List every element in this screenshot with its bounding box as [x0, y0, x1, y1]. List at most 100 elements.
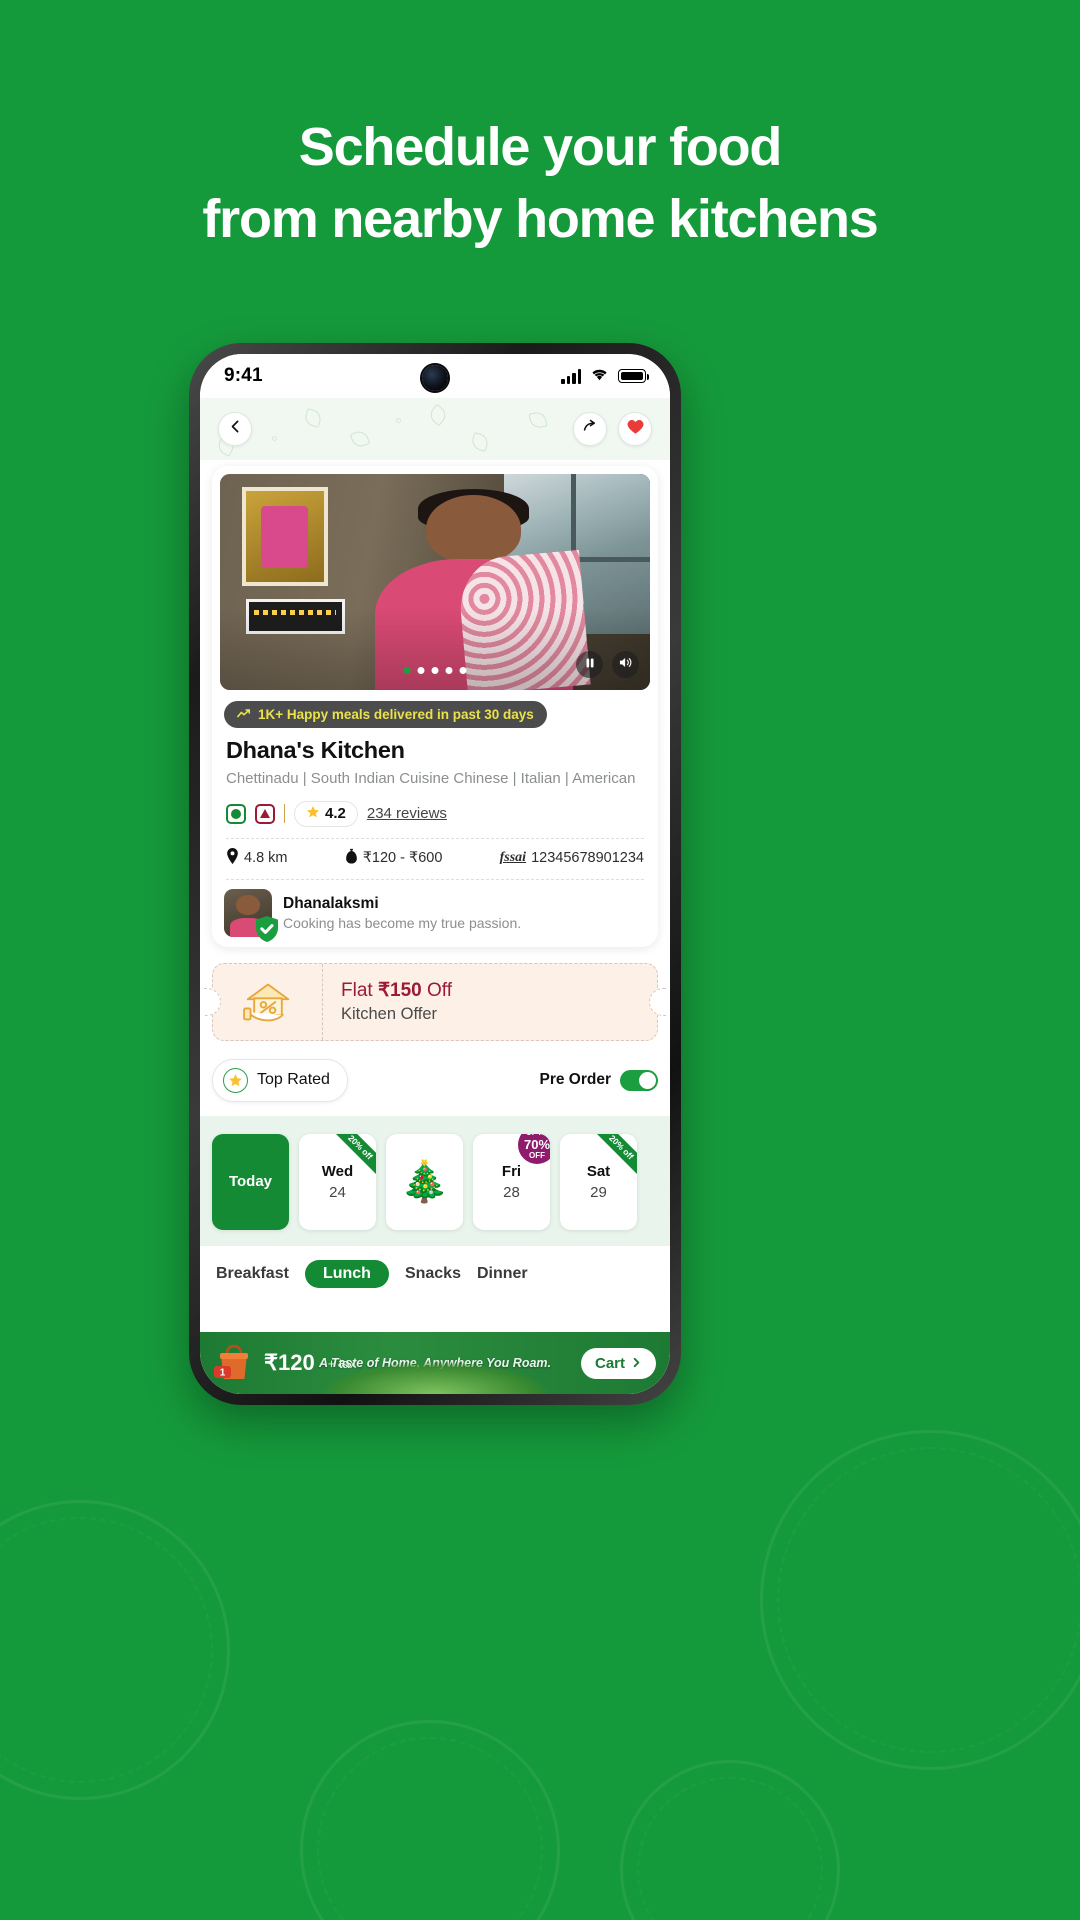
date-number: 28	[503, 1183, 520, 1201]
date-number: 29	[590, 1183, 607, 1201]
pause-button[interactable]	[576, 651, 603, 678]
christmas-tree-icon: 🎄	[399, 1159, 450, 1204]
date-carousel[interactable]: Today 20% off Wed 24 🎄 UPTO70%OFF Fri 28	[200, 1115, 670, 1246]
chevron-right-icon	[631, 1355, 642, 1372]
carousel-dots[interactable]	[403, 667, 467, 674]
share-icon	[582, 418, 599, 440]
chef-profile[interactable]: Dhanalaksmi Cooking has become my true p…	[224, 888, 646, 942]
date-day: Today	[228, 1173, 273, 1191]
top-rated-filter[interactable]: Top Rated	[212, 1058, 348, 1102]
speaker-icon	[618, 656, 633, 674]
verified-shield-icon	[255, 915, 279, 942]
nonveg-mark-icon	[255, 803, 275, 824]
date-card-christmas[interactable]: 🎄	[386, 1133, 463, 1230]
date-day: Fri	[501, 1162, 522, 1180]
leaf-decor-icon	[349, 428, 371, 450]
reviews-link[interactable]: 234 reviews	[367, 805, 447, 822]
date-card-sat[interactable]: 20% off Sat 29	[560, 1133, 637, 1230]
battery-full-icon	[618, 369, 649, 383]
cart-button-label: Cart	[594, 1354, 625, 1372]
star-icon	[306, 805, 320, 823]
kitchen-meta-row: 4.8 km ₹120 - ₹600 fssai 12345678901234	[226, 847, 644, 868]
distance-info: 4.8 km	[226, 847, 288, 868]
wifi-icon	[590, 367, 609, 386]
date-day: Wed	[321, 1162, 354, 1180]
kitchen-offer-coupon[interactable]: Flat ₹150 Off Kitchen Offer	[212, 962, 658, 1041]
distance-value: 4.8 km	[244, 849, 288, 866]
star-icon	[223, 1067, 248, 1093]
pre-order-label: Pre Order	[539, 1071, 611, 1089]
upto-discount-bubble: UPTO70%OFF	[518, 1133, 550, 1164]
kitchen-info-card: 1K+ Happy meals delivered in past 30 day…	[212, 466, 658, 947]
offer-subtitle: Kitchen Offer	[341, 1005, 437, 1024]
divider	[284, 804, 285, 824]
fssai-number: 12345678901234	[531, 849, 644, 866]
price-info: ₹120 - ₹600	[345, 848, 443, 868]
rating-badge: 4.2	[294, 800, 358, 827]
headline-line-1: Schedule your food	[298, 117, 783, 177]
tab-dinner[interactable]: Dinner	[477, 1265, 528, 1283]
divider	[226, 878, 644, 880]
phone-mockup: 9:41 1K+ Happy meals delivered in past 3…	[189, 343, 681, 1405]
rating-row: 4.2 234 reviews	[226, 800, 644, 827]
tab-snacks[interactable]: Snacks	[405, 1265, 461, 1283]
cart-button[interactable]: Cart	[580, 1347, 656, 1379]
offer-amount: ₹150	[377, 980, 422, 1002]
fssai-info: fssai 12345678901234	[500, 850, 644, 866]
rating-value: 4.2	[325, 805, 346, 823]
shopping-bag-icon: 1	[214, 1344, 254, 1382]
app-content[interactable]: 1K+ Happy meals delivered in past 30 day…	[200, 460, 670, 1394]
veg-mark-icon	[226, 803, 246, 824]
date-card-fri[interactable]: UPTO70%OFF Fri 28	[473, 1133, 550, 1230]
happy-meals-badge: 1K+ Happy meals delivered in past 30 day…	[224, 701, 547, 728]
happy-meals-text: 1K+ Happy meals delivered in past 30 day…	[258, 707, 534, 722]
front-camera-icon	[422, 365, 448, 391]
headline-line-2: from nearby home kitchens	[202, 188, 878, 249]
date-card-wed[interactable]: 20% off Wed 24	[299, 1133, 376, 1230]
leaf-decor-icon	[426, 403, 450, 427]
offer-title-prefix: Flat	[341, 980, 378, 1002]
trending-up-icon	[237, 707, 251, 722]
page-headline: Schedule your food from nearby home kitc…	[0, 112, 1080, 256]
pre-order-toggle-group[interactable]: Pre Order	[539, 1069, 658, 1091]
pause-icon	[584, 656, 596, 674]
divider	[226, 837, 644, 839]
tab-breakfast[interactable]: Breakfast	[216, 1265, 289, 1283]
location-pin-icon	[226, 847, 239, 868]
date-number: 24	[329, 1183, 346, 1201]
date-day: Sat	[586, 1162, 611, 1180]
kitchen-name: Dhana's Kitchen	[226, 737, 405, 763]
money-bag-icon	[345, 848, 358, 868]
chef-quote: Cooking has become my true passion.	[283, 914, 522, 931]
volume-button[interactable]	[612, 651, 639, 678]
chef-avatar	[224, 888, 278, 942]
back-button[interactable]	[218, 412, 252, 446]
leaf-decor-icon	[303, 408, 323, 428]
tab-lunch[interactable]: Lunch	[304, 1259, 389, 1288]
heart-icon	[626, 417, 645, 441]
app-header	[200, 398, 670, 460]
cart-bottom-bar[interactable]: A Taste of Home, Anywhere You Roam. 1 ₹1…	[200, 1332, 670, 1394]
kitchen-video-player[interactable]	[220, 474, 650, 690]
share-button[interactable]	[573, 412, 607, 446]
filter-row: Top Rated Pre Order	[212, 1058, 658, 1116]
back-arrow-icon	[227, 418, 244, 440]
pre-order-toggle[interactable]	[620, 1069, 658, 1091]
offer-title-suffix: Off	[421, 980, 453, 1002]
svg-text:1: 1	[220, 1368, 226, 1379]
cart-tax-note: + tax	[327, 1355, 357, 1371]
meal-tabs[interactable]: Breakfast Lunch Snacks Dinner	[200, 1246, 670, 1288]
kitchen-cuisines: Chettinadu | South Indian Cuisine Chines…	[226, 770, 636, 787]
status-time: 9:41	[224, 365, 263, 386]
price-range-value: ₹120 - ₹600	[362, 849, 443, 866]
house-discount-icon	[213, 963, 323, 1040]
dot-decor-icon	[396, 418, 401, 423]
status-bar: 9:41	[200, 354, 670, 398]
date-card-today[interactable]: Today	[212, 1133, 289, 1230]
fssai-label: fssai	[499, 849, 527, 865]
favourite-button[interactable]	[618, 412, 652, 446]
top-rated-label: Top Rated	[257, 1071, 330, 1089]
phone-screen: 9:41 1K+ Happy meals delivered in past 3…	[200, 354, 670, 1394]
dot-decor-icon	[272, 436, 277, 441]
signal-bars-icon	[561, 368, 581, 384]
